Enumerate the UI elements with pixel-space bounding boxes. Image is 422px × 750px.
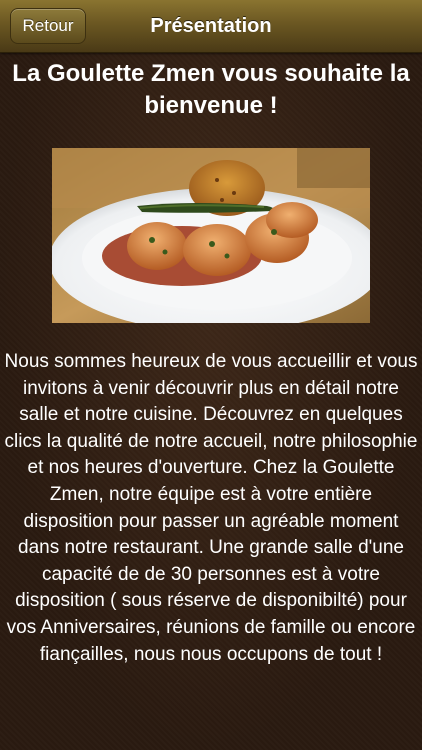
- navigation-bar: Retour Présentation: [0, 0, 422, 53]
- presentation-text: Nous sommes heureux de vous accueillir e…: [4, 351, 418, 665]
- nav-title: Présentation: [150, 15, 272, 37]
- back-button[interactable]: Retour: [10, 8, 86, 44]
- dish-photo: [52, 148, 370, 323]
- page-title: La Goulette Zmen vous souhaite la bienve…: [12, 60, 410, 119]
